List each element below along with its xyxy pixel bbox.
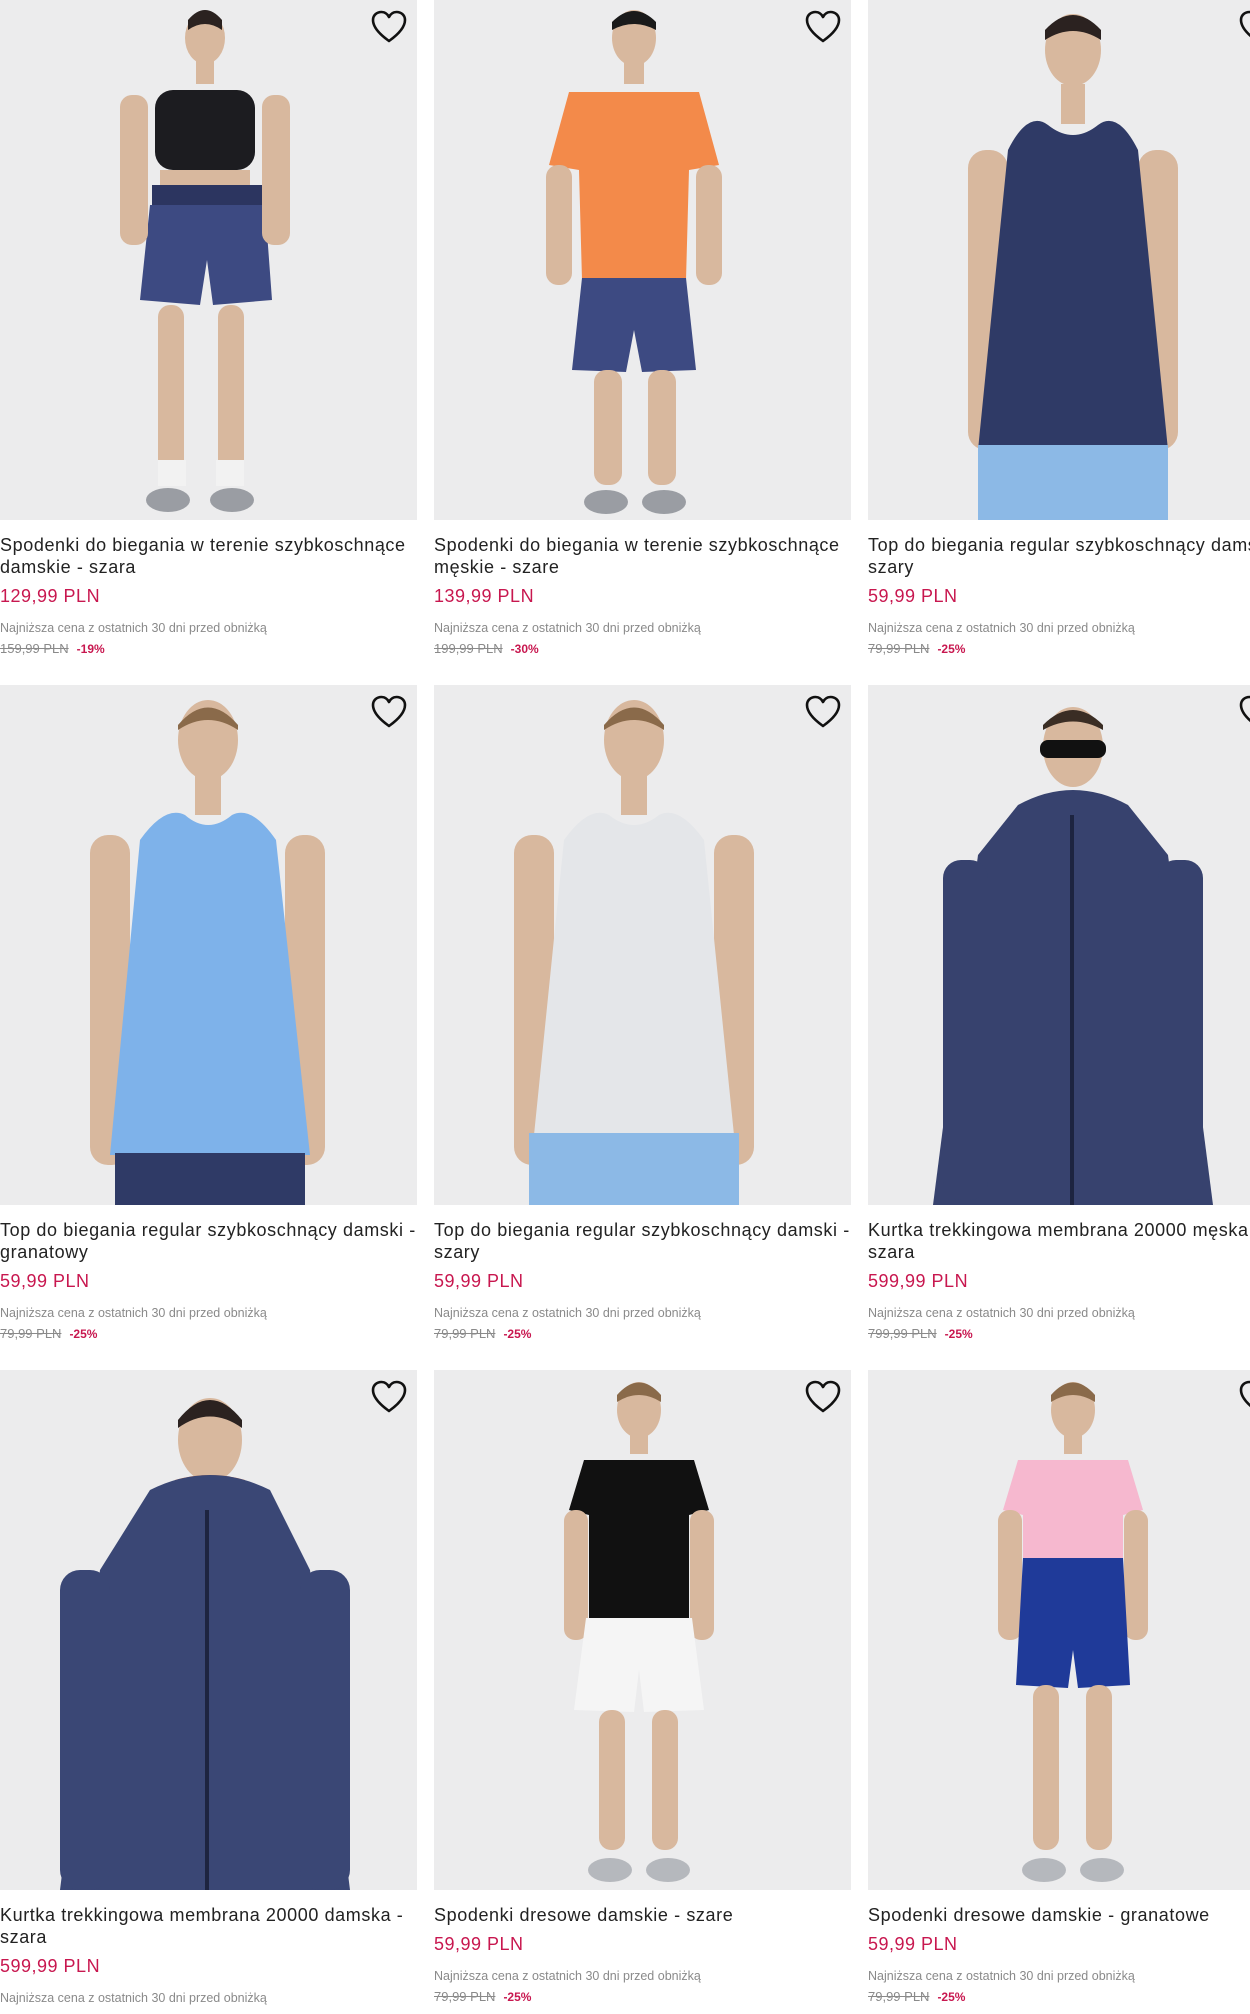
product-price: 59,99 PLN [434,1934,524,1954]
product-photo [546,10,722,514]
lowest-price-label: Najniższa cena z ostatnich 30 dni przed … [434,1306,701,1320]
product-name[interactable]: Kurtka trekkingowa membrana 20000 męska … [868,1219,1250,1263]
heart-icon[interactable] [805,695,841,729]
heart-icon[interactable] [371,10,407,44]
discount-badge: -25% [944,1327,973,1341]
product-card[interactable]: Top do biegania regular szybkoschnący da… [868,0,1250,656]
lowest-price-label: Najniższa cena z ostatnich 30 dni przed … [868,1969,1135,1983]
discount-badge: -25% [69,1327,98,1341]
product-price: 59,99 PLN [868,586,958,606]
product-price: 59,99 PLN [0,1271,90,1291]
product-image[interactable] [434,0,851,520]
discount-badge: -30% [510,642,539,656]
product-photo [564,1382,714,1882]
heart-icon[interactable] [1239,1380,1250,1414]
lowest-price-label: Najniższa cena z ostatnich 30 dni przed … [434,621,701,635]
product-photo [514,700,754,1205]
product-photo [998,1382,1148,1882]
discount-badge: -25% [937,642,966,656]
old-price-row: 79,99 PLN -25% [868,641,1250,656]
old-price-row: 159,99 PLN -19% [0,641,417,656]
discount-badge: -19% [76,642,105,656]
product-price: 599,99 PLN [0,1956,101,1976]
product-photo [120,10,290,512]
product-photo [968,14,1178,520]
product-name[interactable]: Kurtka trekkingowa membrana 20000 damska… [0,1904,430,1948]
old-price-row: 79,99 PLN -25% [434,1989,851,2004]
product-name[interactable]: Spodenki do biegania w terenie szybkosch… [434,534,864,578]
discount-badge: -25% [503,1327,532,1341]
product-card[interactable]: Spodenki dresowe damskie - szare 59,99 P… [434,1370,851,2004]
discount-badge: -25% [937,1990,966,2004]
old-price-row: 799,99 PLN -25% [868,1326,1250,1341]
old-price-row: 79,99 PLN -25% [868,1989,1250,2004]
heart-icon[interactable] [805,10,841,44]
old-price-row: 79,99 PLN -25% [0,1326,417,1341]
product-price: 129,99 PLN [0,586,101,606]
lowest-price-label: Najniższa cena z ostatnich 30 dni przed … [0,1306,267,1320]
product-photo [933,707,1213,1205]
old-price: 79,99 PLN [434,1989,496,2004]
old-price: 799,99 PLN [868,1326,937,1341]
product-card[interactable]: Spodenki dresowe damskie - granatowe 59,… [868,1370,1250,2004]
product-card[interactable]: Top do biegania regular szybkoschnący da… [434,685,851,1341]
product-name[interactable]: Top do biegania regular szybkoschnący da… [868,534,1250,578]
product-price: 59,99 PLN [434,1271,524,1291]
product-image[interactable] [0,685,417,1205]
lowest-price-label: Najniższa cena z ostatnich 30 dni przed … [868,1306,1135,1320]
product-photo [60,1398,350,1890]
product-name[interactable]: Spodenki do biegania w terenie szybkosch… [0,534,430,578]
lowest-price-label: Najniższa cena z ostatnich 30 dni przed … [0,1991,267,2005]
lowest-price-label: Najniższa cena z ostatnich 30 dni przed … [0,621,267,635]
product-card[interactable]: Top do biegania regular szybkoschnący da… [0,685,417,1341]
heart-icon[interactable] [805,1380,841,1414]
product-card[interactable]: Spodenki do biegania w terenie szybkosch… [434,0,851,656]
old-price: 79,99 PLN [868,641,930,656]
lowest-price-label: Najniższa cena z ostatnich 30 dni przed … [434,1969,701,1983]
lowest-price-label: Najniższa cena z ostatnich 30 dni przed … [868,621,1135,635]
old-price-row: 79,99 PLN -25% [434,1326,851,1341]
product-image[interactable] [868,0,1250,520]
product-name[interactable]: Spodenki dresowe damskie - granatowe [868,1904,1250,1926]
old-price-row: 199,99 PLN -30% [434,641,851,656]
product-card[interactable]: Kurtka trekkingowa membrana 20000 damska… [0,1370,417,2005]
product-price: 139,99 PLN [434,586,535,606]
product-name[interactable]: Top do biegania regular szybkoschnący da… [434,1219,864,1263]
old-price: 199,99 PLN [434,641,503,656]
product-image[interactable] [868,685,1250,1205]
old-price: 79,99 PLN [0,1326,62,1341]
product-image[interactable] [434,1370,851,1890]
product-grid: Spodenki do biegania w terenie szybkosch… [0,0,1250,2014]
product-photo [90,700,325,1205]
heart-icon[interactable] [1239,10,1250,44]
product-card[interactable]: Kurtka trekkingowa membrana 20000 męska … [868,685,1250,1341]
old-price: 159,99 PLN [0,641,69,656]
discount-badge: -25% [503,1990,532,2004]
product-price: 59,99 PLN [868,1934,958,1954]
product-image[interactable] [868,1370,1250,1890]
old-price: 79,99 PLN [868,1989,930,2004]
product-name[interactable]: Top do biegania regular szybkoschnący da… [0,1219,430,1263]
product-image[interactable] [0,1370,417,1890]
product-card[interactable]: Spodenki do biegania w terenie szybkosch… [0,0,417,656]
old-price: 79,99 PLN [434,1326,496,1341]
heart-icon[interactable] [1239,695,1250,729]
heart-icon[interactable] [371,1380,407,1414]
product-name[interactable]: Spodenki dresowe damskie - szare [434,1904,864,1926]
product-image[interactable] [0,0,417,520]
product-image[interactable] [434,685,851,1205]
product-price: 599,99 PLN [868,1271,969,1291]
heart-icon[interactable] [371,695,407,729]
